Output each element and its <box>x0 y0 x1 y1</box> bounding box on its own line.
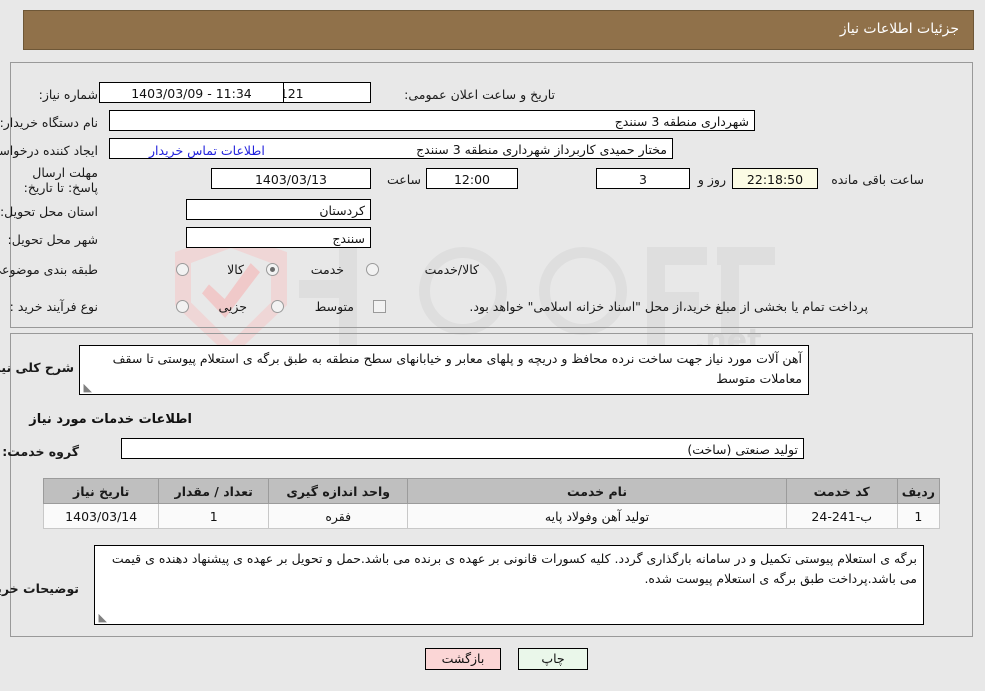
col-code: کد خدمت <box>786 478 899 504</box>
col-unit: واحد اندازه گیری <box>268 478 410 504</box>
content-layer: شماره نیاز: 1103005601000121 تاریخ و ساع… <box>0 0 985 691</box>
treasury-docs-checkbox[interactable] <box>374 300 387 313</box>
col-date: تاریخ نیاز <box>43 478 161 504</box>
classification-label-kala: کالا <box>228 262 245 277</box>
deadline-label: مهلت ارسال پاسخ: تا تاریخ: <box>24 165 99 195</box>
need-number-label: شماره نیاز: <box>39 87 99 102</box>
classification-label: طبقه بندی موضوعی: <box>0 262 99 277</box>
creator-label: ایجاد کننده درخواست: <box>0 143 99 158</box>
general-desc-value: آهن آلات مورد نیاز جهت ساخت نرده محافظ و… <box>113 351 803 386</box>
buyer-org-label: نام دستگاه خریدار: <box>0 115 99 130</box>
col-qty: تعداد / مقدار <box>159 478 270 504</box>
hour-label: ساعت <box>387 172 422 187</box>
cell-unit: فقره <box>268 503 410 529</box>
col-name: نام خدمت <box>408 478 788 504</box>
province-value[interactable]: کردستان <box>187 199 372 220</box>
classification-radio-khedmat[interactable] <box>267 263 280 276</box>
classification-radio-kala-khedmat[interactable] <box>367 263 380 276</box>
classification-radio-kala[interactable] <box>177 263 190 276</box>
process-label-motavaset: متوسط <box>315 299 355 314</box>
classification-label-kala-khedmat: کالا/خدمت <box>425 262 480 277</box>
process-label-jozii: جزیی <box>219 299 248 314</box>
remaining-label: ساعت باقی مانده <box>832 172 925 187</box>
process-radio-motavaset[interactable] <box>272 300 285 313</box>
public-announce-value[interactable]: 11:34 - 1403/03/09 <box>100 82 285 103</box>
resize-grip-icon-2[interactable]: ◣ <box>98 612 108 623</box>
service-group-value[interactable]: تولید صنعتی (ساخت) <box>122 438 805 459</box>
city-value[interactable]: سنندج <box>187 227 372 248</box>
resize-grip-icon[interactable]: ◣ <box>83 382 93 393</box>
days-label: روز و <box>698 172 727 187</box>
col-radif: ردیف <box>897 478 942 504</box>
buyer-notes-textarea[interactable]: برگه ی استعلام پیوستی تکمیل و در سامانه … <box>95 545 925 625</box>
cell-date: 1403/03/14 <box>43 503 161 529</box>
countdown-timer: 22:18:50 <box>733 168 819 189</box>
table-header-row: ردیف کد خدمت نام خدمت واحد اندازه گیری ت… <box>43 478 942 504</box>
general-desc-label: شرح کلی نیاز: <box>0 360 75 375</box>
treasury-docs-label: پرداخت تمام یا بخشی از مبلغ خرید،از محل … <box>470 299 869 314</box>
process-type-label: نوع فرآیند خرید : <box>10 299 99 314</box>
classification-label-khedmat: خدمت <box>311 262 345 277</box>
table-row: 1 ب-241-24 تولید آهن وفولاد پایه فقره 1 … <box>43 503 942 529</box>
process-radio-jozii[interactable] <box>177 300 190 313</box>
province-label: استان محل تحویل: <box>0 204 99 219</box>
buyer-notes-label: توضیحات خریدار: <box>0 581 80 596</box>
print-button[interactable]: چاپ <box>519 648 589 670</box>
services-section-heading: اطلاعات خدمات مورد نیاز <box>30 412 193 427</box>
days-remaining-value: 3 <box>597 168 691 189</box>
buyer-notes-value: برگه ی استعلام پیوستی تکمیل و در سامانه … <box>112 551 918 586</box>
cell-name: تولید آهن وفولاد پایه <box>408 503 788 529</box>
back-button[interactable]: بازگشت <box>426 648 502 670</box>
public-announce-label: تاریخ و ساعت اعلان عمومی: <box>405 87 556 102</box>
services-table: ردیف کد خدمت نام خدمت واحد اندازه گیری ت… <box>43 478 942 529</box>
service-group-label: گروه خدمت: <box>3 444 80 459</box>
buyer-contact-link[interactable]: اطلاعات تماس خریدار <box>150 143 266 158</box>
cell-qty: 1 <box>159 503 270 529</box>
general-desc-textarea[interactable]: آهن آلات مورد نیاز جهت ساخت نرده محافظ و… <box>80 345 810 395</box>
page-root: .net جزئیات اطلاعات نیاز شماره نیاز: 110… <box>0 0 985 691</box>
cell-code: ب-241-24 <box>786 503 899 529</box>
buyer-org-value[interactable]: شهرداری منطقه 3 سنندج <box>110 110 756 131</box>
deadline-date-value[interactable]: 1403/03/13 <box>212 168 372 189</box>
cell-radif: 1 <box>897 503 942 529</box>
city-label: شهر محل تحویل: <box>8 232 99 247</box>
deadline-time-value[interactable]: 12:00 <box>427 168 519 189</box>
